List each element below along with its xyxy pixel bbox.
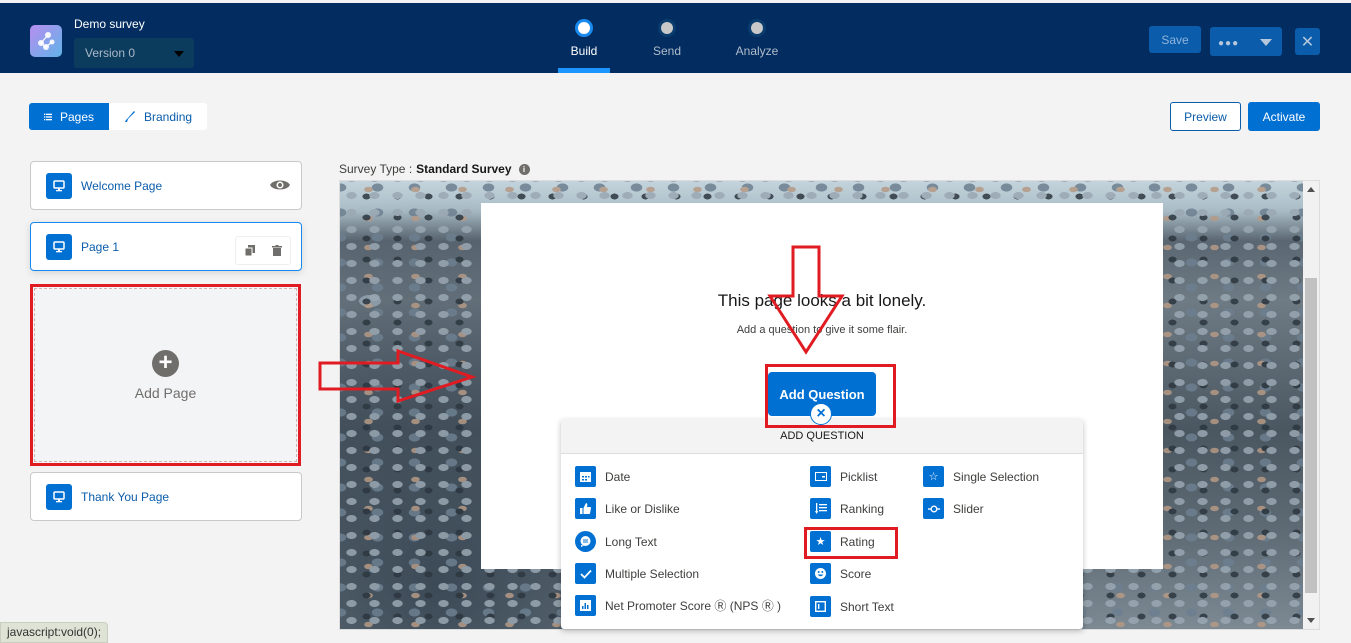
copy-icon[interactable] <box>236 237 263 264</box>
desktop-icon <box>46 233 72 260</box>
chat-icon <box>575 531 596 552</box>
empty-state-title: This page looks a bit lonely. <box>717 291 927 310</box>
question-type-label: Picklist <box>840 469 878 484</box>
chevron-down-icon <box>1260 39 1272 46</box>
more-actions-button[interactable]: ●●● <box>1210 27 1282 56</box>
question-type-label: Single Selection <box>953 469 1040 484</box>
activate-button[interactable]: Activate <box>1248 102 1320 131</box>
survey-type-value: Standard Survey <box>416 162 512 176</box>
question-type-slider[interactable]: Slider <box>923 498 984 519</box>
step-label: Analyze <box>735 44 779 58</box>
survey-logo-icon <box>30 25 62 57</box>
question-type-label: Date <box>605 469 631 484</box>
step-label: Send <box>652 44 682 58</box>
question-type-date[interactable]: Date <box>575 466 630 487</box>
add-question-popover: ADD QUESTION Date Like or Dislike Long T… <box>561 419 1083 629</box>
star-outline-icon: ☆ <box>923 466 944 487</box>
eye-icon[interactable] <box>269 178 291 192</box>
version-select[interactable]: Version 0 <box>74 38 194 68</box>
page-card-thank-you[interactable]: Thank You Page <box>30 472 302 521</box>
question-type-label: Ranking <box>840 501 885 516</box>
preview-button[interactable]: Preview <box>1170 102 1241 131</box>
question-type-score[interactable]: Score <box>810 563 871 584</box>
question-type-label: Multiple Selection <box>605 566 700 581</box>
short-text-icon <box>810 596 831 617</box>
question-type-label: Long Text <box>605 534 657 549</box>
page-label: Welcome Page <box>81 178 163 193</box>
question-type-ranking[interactable]: Ranking <box>810 498 884 519</box>
step-dot-icon <box>578 22 590 34</box>
question-type-label: Short Text <box>840 599 894 614</box>
thumbs-up-icon <box>575 498 596 519</box>
step-build[interactable]: Build <box>555 18 613 73</box>
tab-pages[interactable]: Pages <box>29 103 109 130</box>
bar-chart-icon <box>575 595 596 616</box>
desktop-icon <box>46 483 72 510</box>
scroll-up-icon[interactable] <box>1307 187 1315 192</box>
question-type-picklist[interactable]: Picklist <box>810 466 877 487</box>
step-send[interactable]: Send <box>613 18 721 73</box>
ranking-icon <box>810 498 831 519</box>
calendar-icon <box>575 466 596 487</box>
brush-icon <box>125 110 135 122</box>
survey-name: Demo survey <box>74 17 145 31</box>
page-card-page-1[interactable]: Page 1 <box>30 222 302 271</box>
question-type-nps[interactable]: Net Promoter Score Ⓡ (NPS Ⓡ ) <box>575 595 781 616</box>
top-header: Demo survey Version 0 Build Send Analyze… <box>0 3 1351 73</box>
slider-icon <box>923 498 944 519</box>
page-label: Page 1 <box>81 239 120 254</box>
question-type-label: Net Promoter Score Ⓡ (NPS Ⓡ ) <box>605 599 782 613</box>
question-type-single-selection[interactable]: ☆ Single Selection <box>923 466 1039 487</box>
scroll-down-icon[interactable] <box>1307 618 1315 623</box>
question-type-label: Like or Dislike <box>605 501 680 516</box>
close-popover-icon[interactable]: × <box>810 403 832 425</box>
active-step-indicator <box>558 68 610 73</box>
question-type-short-text[interactable]: Short Text <box>810 596 894 617</box>
empty-state-subtitle: Add a question to give it some flair. <box>736 324 908 336</box>
chevron-down-icon <box>174 51 184 57</box>
question-type-label: Slider <box>953 501 984 516</box>
picklist-icon <box>810 466 831 487</box>
smiley-icon <box>810 563 831 584</box>
desktop-icon <box>46 172 72 199</box>
question-type-long-text[interactable]: Long Text <box>575 531 657 552</box>
info-icon[interactable]: i <box>518 163 530 175</box>
step-label: Build <box>570 44 598 58</box>
page-card-actions <box>235 236 291 265</box>
version-value: Version 0 <box>85 46 136 60</box>
check-icon <box>575 563 596 584</box>
survey-type-label: Survey Type : <box>339 162 413 176</box>
add-page-dropzone <box>34 288 297 462</box>
browser-status-bar: javascript:void(0); <box>0 622 109 643</box>
trash-icon[interactable] <box>263 237 290 264</box>
scroll-thumb[interactable] <box>1305 278 1317 593</box>
question-type-multiple-selection[interactable]: Multiple Selection <box>575 563 699 584</box>
question-type-like-dislike[interactable]: Like or Dislike <box>575 498 680 519</box>
progress-steps: Build Send Analyze <box>555 18 793 73</box>
close-button[interactable]: ✕ <box>1295 28 1320 55</box>
annotation-highlight-rating <box>804 527 898 559</box>
step-dot-icon <box>661 22 673 34</box>
save-button[interactable]: Save <box>1149 26 1201 53</box>
canvas-scrollbar[interactable] <box>1303 181 1319 629</box>
panel-tabs: Pages Branding <box>29 103 208 130</box>
tab-label: Pages <box>59 109 94 124</box>
list-icon <box>44 113 52 120</box>
step-dot-icon <box>751 22 763 34</box>
more-dots-icon: ●●● <box>1218 37 1240 49</box>
page-card-welcome[interactable]: Welcome Page <box>30 161 302 210</box>
question-type-label: Score <box>840 566 872 581</box>
survey-type: Survey Type : Standard Survey i <box>339 162 530 176</box>
add-page-button[interactable]: + Add Page <box>30 284 301 466</box>
page-label: Thank You Page <box>81 489 170 504</box>
step-analyze[interactable]: Analyze <box>721 18 793 73</box>
tab-label: Branding <box>144 109 193 124</box>
tab-branding[interactable]: Branding <box>109 103 207 130</box>
